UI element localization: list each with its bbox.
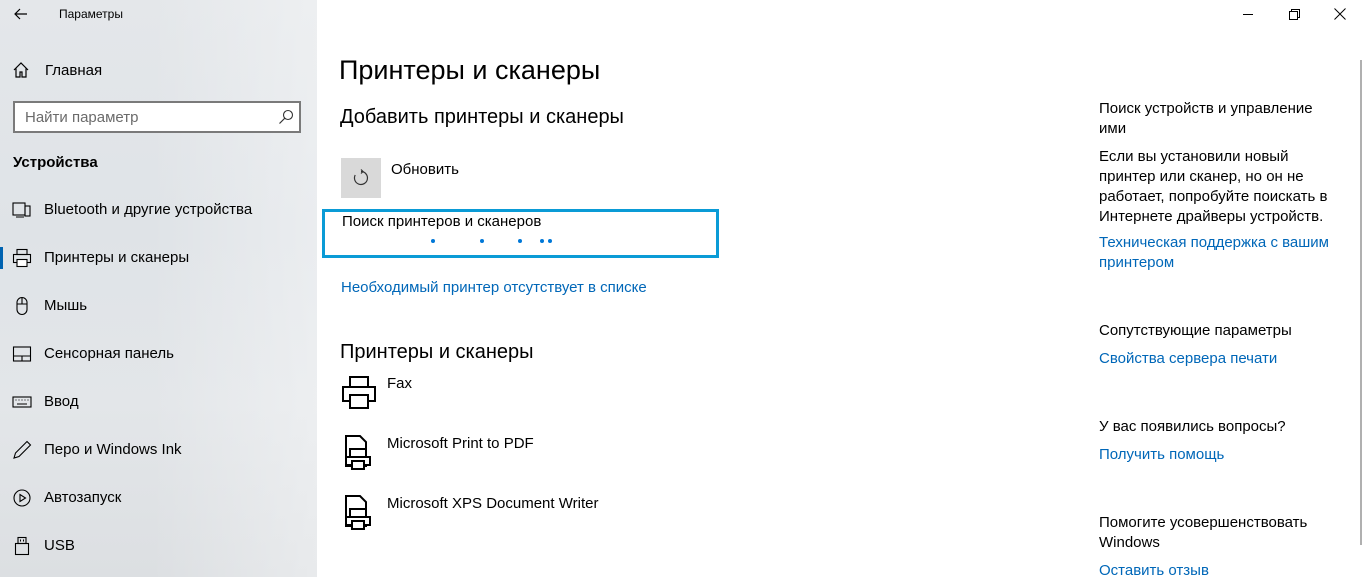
sidebar-item-touchpad[interactable]: Сенсорная панель [0, 334, 317, 374]
print-server-properties-link[interactable]: Свойства сервера печати [1099, 349, 1339, 369]
refresh-label: Обновить [391, 161, 459, 178]
sidebar-item-typing[interactable]: Ввод [0, 382, 317, 422]
sidebar-item-label: USB [44, 537, 75, 554]
discover-description: Если вы установили новый принтер или ска… [1099, 148, 1328, 225]
progress-dot [548, 239, 552, 243]
printer-name: Fax [387, 375, 413, 392]
progress-dot [480, 239, 484, 243]
sidebar-item-label: Ввод [44, 393, 79, 410]
improve-windows-title: Помогите усовершенствовать Windows [1099, 514, 1308, 551]
sidebar-section-title: Устройства [13, 154, 98, 171]
progress-dot [518, 239, 522, 243]
printer-name: Microsoft Print to PDF [387, 435, 534, 452]
progress-dot [540, 239, 544, 243]
related-settings-title: Сопутствующие параметры [1099, 322, 1292, 339]
add-section-title: Добавить принтеры и сканеры [340, 106, 624, 128]
printer-not-listed-link[interactable]: Необходимый принтер отсутствует в списке [341, 279, 647, 296]
printer-item-xps[interactable]: Microsoft XPS Document Writer [341, 495, 841, 545]
sidebar: Параметры Главная Устройства Bluetooth и… [0, 0, 317, 577]
bluetooth-devices-icon [12, 202, 31, 218]
sidebar-item-usb[interactable]: USB [0, 526, 317, 566]
sidebar-item-autoplay[interactable]: Автозапуск [0, 478, 317, 518]
searching-label: Поиск принтеров и сканеров [342, 213, 542, 230]
give-feedback-link[interactable]: Оставить отзыв [1099, 561, 1339, 577]
discover-title: Поиск устройств и управление ими [1099, 100, 1313, 137]
sidebar-item-bluetooth[interactable]: Bluetooth и другие устройства [0, 190, 317, 230]
page-title: Принтеры и сканеры [339, 55, 601, 85]
home-nav-item[interactable]: Главная [0, 56, 317, 84]
usb-icon [14, 536, 30, 556]
back-button[interactable] [8, 2, 34, 26]
keyboard-icon [12, 396, 32, 408]
sidebar-item-label: Сенсорная панель [44, 345, 174, 362]
refresh-icon [353, 169, 369, 186]
printer-item-fax[interactable]: Fax [341, 375, 841, 425]
settings-search-box[interactable] [13, 101, 301, 133]
autoplay-icon [13, 489, 31, 507]
sidebar-item-label: Bluetooth и другие устройства [44, 201, 253, 218]
printer-name: Microsoft XPS Document Writer [387, 495, 599, 512]
main-content: Принтеры и сканеры Добавить принтеры и с… [317, 0, 1363, 577]
sidebar-item-label: Мышь [44, 297, 88, 314]
title-bar-left: Параметры [0, 0, 317, 30]
back-arrow-icon [14, 8, 27, 20]
searching-status-box: Поиск принтеров и сканеров [322, 209, 719, 258]
sidebar-item-printers[interactable]: Принтеры и сканеры [0, 238, 317, 278]
sidebar-item-label: Перо и Windows Ink [44, 441, 182, 458]
home-label: Главная [45, 62, 103, 79]
printer-item-pdf[interactable]: Microsoft Print to PDF [341, 435, 841, 485]
get-help-link[interactable]: Получить помощь [1099, 445, 1339, 465]
printer-document-icon [345, 495, 371, 530]
search-icon[interactable] [278, 109, 294, 125]
printer-icon [12, 248, 32, 268]
scrollbar-thumb[interactable] [1360, 60, 1362, 545]
printers-section-title: Принтеры и сканеры [340, 341, 534, 363]
fax-icon [342, 376, 376, 409]
sidebar-item-mouse[interactable]: Мышь [0, 286, 317, 326]
questions-title: У вас появились вопросы? [1099, 418, 1286, 435]
scrollbar[interactable] [1359, 0, 1363, 577]
mouse-icon [16, 296, 28, 316]
touchpad-icon [12, 346, 32, 362]
sidebar-item-label: Принтеры и сканеры [44, 249, 190, 266]
home-icon [13, 62, 29, 78]
sidebar-item-label: Автозапуск [44, 489, 122, 506]
sidebar-item-pen[interactable]: Перо и Windows Ink [0, 430, 317, 470]
printer-document-icon [345, 435, 371, 470]
app-title: Параметры [59, 7, 123, 21]
refresh-button[interactable] [341, 158, 381, 198]
progress-dot [431, 239, 435, 243]
pen-icon [13, 440, 32, 459]
settings-search-input[interactable] [15, 103, 265, 131]
printer-support-link[interactable]: Техническая поддержка с вашим принтером [1099, 233, 1339, 273]
